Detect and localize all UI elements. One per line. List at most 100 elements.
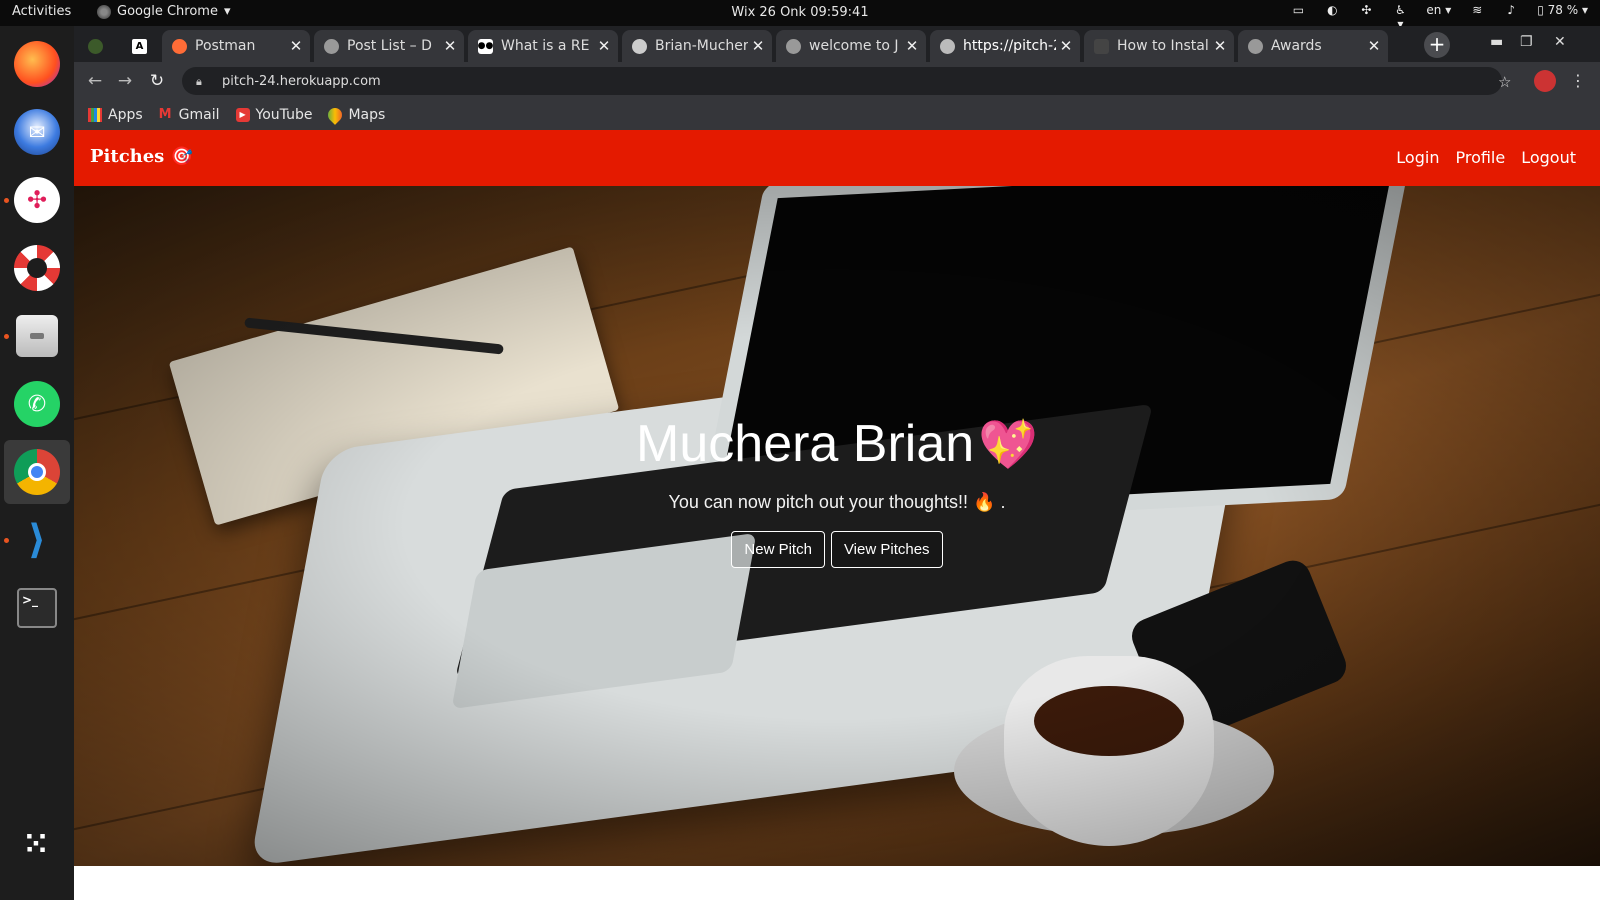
nav-profile-link[interactable]: Profile: [1455, 148, 1505, 167]
url-text: pitch-24.herokuapp.com: [222, 73, 381, 89]
tab-label: Brian-Muchera: [655, 38, 748, 54]
view-pitches-button[interactable]: View Pitches: [830, 531, 943, 568]
tab-pinned-1[interactable]: [78, 30, 118, 62]
back-icon[interactable]: ←: [84, 70, 106, 92]
screenshot-icon[interactable]: ▭: [1290, 3, 1306, 17]
bookmark-label: Apps: [108, 107, 143, 123]
close-icon[interactable]: ✕: [748, 37, 768, 55]
angular-icon: A: [132, 38, 147, 54]
minimize-icon[interactable]: ▬: [1490, 34, 1503, 50]
dock-vscode[interactable]: ⟩: [4, 508, 70, 572]
nav-logout-link[interactable]: Logout: [1521, 148, 1576, 167]
gmail-icon: M: [158, 107, 172, 122]
hero-content: Muchera Brian 💖 You can now pitch out yo…: [74, 414, 1600, 568]
hexagon-icon: [1094, 38, 1109, 54]
keyboard-layout-label: en: [1426, 3, 1442, 17]
battery-indicator[interactable]: ▯ 78 % ▾: [1537, 3, 1588, 17]
close-icon[interactable]: ✕: [1364, 37, 1384, 55]
tab-github[interactable]: Brian-Muchera ✕: [622, 30, 772, 62]
nav-login-link[interactable]: Login: [1396, 148, 1439, 167]
bookmark-star-icon[interactable]: ☆: [1498, 73, 1511, 91]
tab-postman[interactable]: Postman ✕: [162, 30, 310, 62]
slack-icon: ✣: [14, 177, 60, 223]
profile-avatar[interactable]: [1534, 70, 1556, 92]
tab-label: What is a RE: [501, 38, 590, 54]
medium-icon: ●●: [478, 38, 493, 54]
window-close-icon[interactable]: ✕: [1554, 34, 1566, 50]
youtube-icon: ▶: [235, 108, 250, 122]
close-icon[interactable]: ✕: [902, 37, 922, 55]
hero-banner: Muchera Brian 💖 You can now pitch out yo…: [74, 186, 1600, 866]
accessibility-icon[interactable]: ♿ ▾: [1392, 3, 1408, 31]
keyboard-layout[interactable]: en ▾: [1426, 3, 1451, 17]
dock-terminal[interactable]: >_: [4, 576, 70, 640]
sparkling-heart-icon: 💖: [978, 418, 1038, 472]
app-grid-icon: ⁙: [23, 826, 51, 862]
dock: ✉ ✣ ✆ ⟩ >_ ⁙: [0, 26, 74, 900]
bookmarks-bar: Apps M Gmail ▶ YouTube Maps: [74, 100, 1600, 130]
bookmark-label: Maps: [348, 107, 386, 123]
tab-pinned-2[interactable]: A: [122, 30, 158, 62]
address-bar[interactable]: 🔒︎ pitch-24.herokuapp.com: [182, 67, 1502, 95]
dock-show-apps[interactable]: ⁙: [4, 812, 70, 876]
dock-whatsapp[interactable]: ✆: [4, 372, 70, 436]
close-icon[interactable]: ✕: [440, 37, 460, 55]
restore-icon[interactable]: ❐: [1520, 34, 1533, 50]
slack-tray-icon[interactable]: ✣: [1358, 3, 1374, 17]
wifi-icon[interactable]: ≋: [1469, 3, 1485, 17]
bookmark-maps[interactable]: Maps: [325, 105, 386, 125]
tab-welcome[interactable]: welcome to J ✕: [776, 30, 926, 62]
lock-icon: 🔒︎: [196, 75, 202, 88]
dock-chrome[interactable]: [4, 440, 70, 504]
site-brand[interactable]: Pitches 🎯: [90, 146, 193, 167]
github-icon: [632, 38, 647, 54]
tab-label: How to Instal: [1117, 38, 1209, 54]
tab-awards[interactable]: Awards ✕: [1238, 30, 1388, 62]
help-icon: [14, 245, 60, 291]
close-icon[interactable]: ✕: [286, 37, 306, 55]
apps-grid-icon: [88, 108, 102, 122]
close-icon[interactable]: ✕: [594, 37, 614, 55]
dock-thunderbird[interactable]: ✉: [4, 100, 70, 164]
whatsapp-icon: ✆: [14, 381, 60, 427]
site-nav-links: Login Profile Logout: [1396, 148, 1576, 167]
globe-icon: [940, 38, 955, 54]
hero-title-text: Muchera Brian: [636, 415, 975, 473]
close-icon[interactable]: ✕: [1210, 37, 1230, 55]
firefox-icon: [14, 41, 60, 87]
hero-subtitle-period: .: [1000, 492, 1006, 512]
tree-icon: [88, 38, 103, 54]
tab-post-list[interactable]: Post List – D ✕: [314, 30, 464, 62]
browser-toolbar: ← → ↻ 🔒︎ pitch-24.herokuapp.com ☆ ⋮: [74, 62, 1600, 100]
maps-pin-icon: [325, 105, 346, 125]
tab-how-to-install[interactable]: How to Instal ✕: [1084, 30, 1234, 62]
dock-firefox[interactable]: [4, 32, 70, 96]
bookmark-youtube[interactable]: ▶ YouTube: [235, 107, 312, 123]
web-page: Pitches 🎯 Login Profile Logout Muchera B…: [74, 130, 1600, 900]
bookmark-gmail[interactable]: M Gmail: [159, 107, 220, 123]
fire-icon: 🔥: [973, 492, 996, 512]
system-tray[interactable]: ▭ ◐ ✣ ♿ ▾ en ▾ ≋ ♪ ▯ 78 % ▾: [1290, 3, 1588, 31]
new-tab-button[interactable]: +: [1424, 32, 1450, 58]
terminal-icon: >_: [17, 588, 57, 628]
close-icon[interactable]: ✕: [1056, 37, 1076, 55]
bookmark-label: Gmail: [178, 107, 220, 123]
dock-help[interactable]: [4, 236, 70, 300]
new-pitch-button[interactable]: New Pitch: [731, 531, 825, 568]
tab-what-is-rest[interactable]: ●● What is a RE ✕: [468, 30, 618, 62]
night-light-icon[interactable]: ◐: [1324, 3, 1340, 17]
volume-icon[interactable]: ♪: [1503, 3, 1519, 17]
dock-slack[interactable]: ✣: [4, 168, 70, 232]
globe-icon: [1248, 38, 1263, 54]
bookmark-apps[interactable]: Apps: [88, 107, 143, 123]
system-top-bar: Activities Google Chrome ▾ Wix 26 Onk 09…: [0, 0, 1600, 31]
reload-icon[interactable]: ↻: [146, 70, 168, 92]
globe-icon: [786, 38, 801, 54]
tab-strip: A Postman ✕ Post List – D ✕ ●● What is a…: [74, 26, 1600, 62]
dock-files[interactable]: [4, 304, 70, 368]
tab-pitch-active[interactable]: https://pitch-2 ✕: [930, 30, 1080, 62]
tab-label: welcome to J: [809, 38, 899, 54]
forward-icon[interactable]: →: [114, 70, 136, 92]
menu-kebab-icon[interactable]: ⋮: [1570, 71, 1586, 90]
tab-label: Post List – D: [347, 38, 432, 54]
